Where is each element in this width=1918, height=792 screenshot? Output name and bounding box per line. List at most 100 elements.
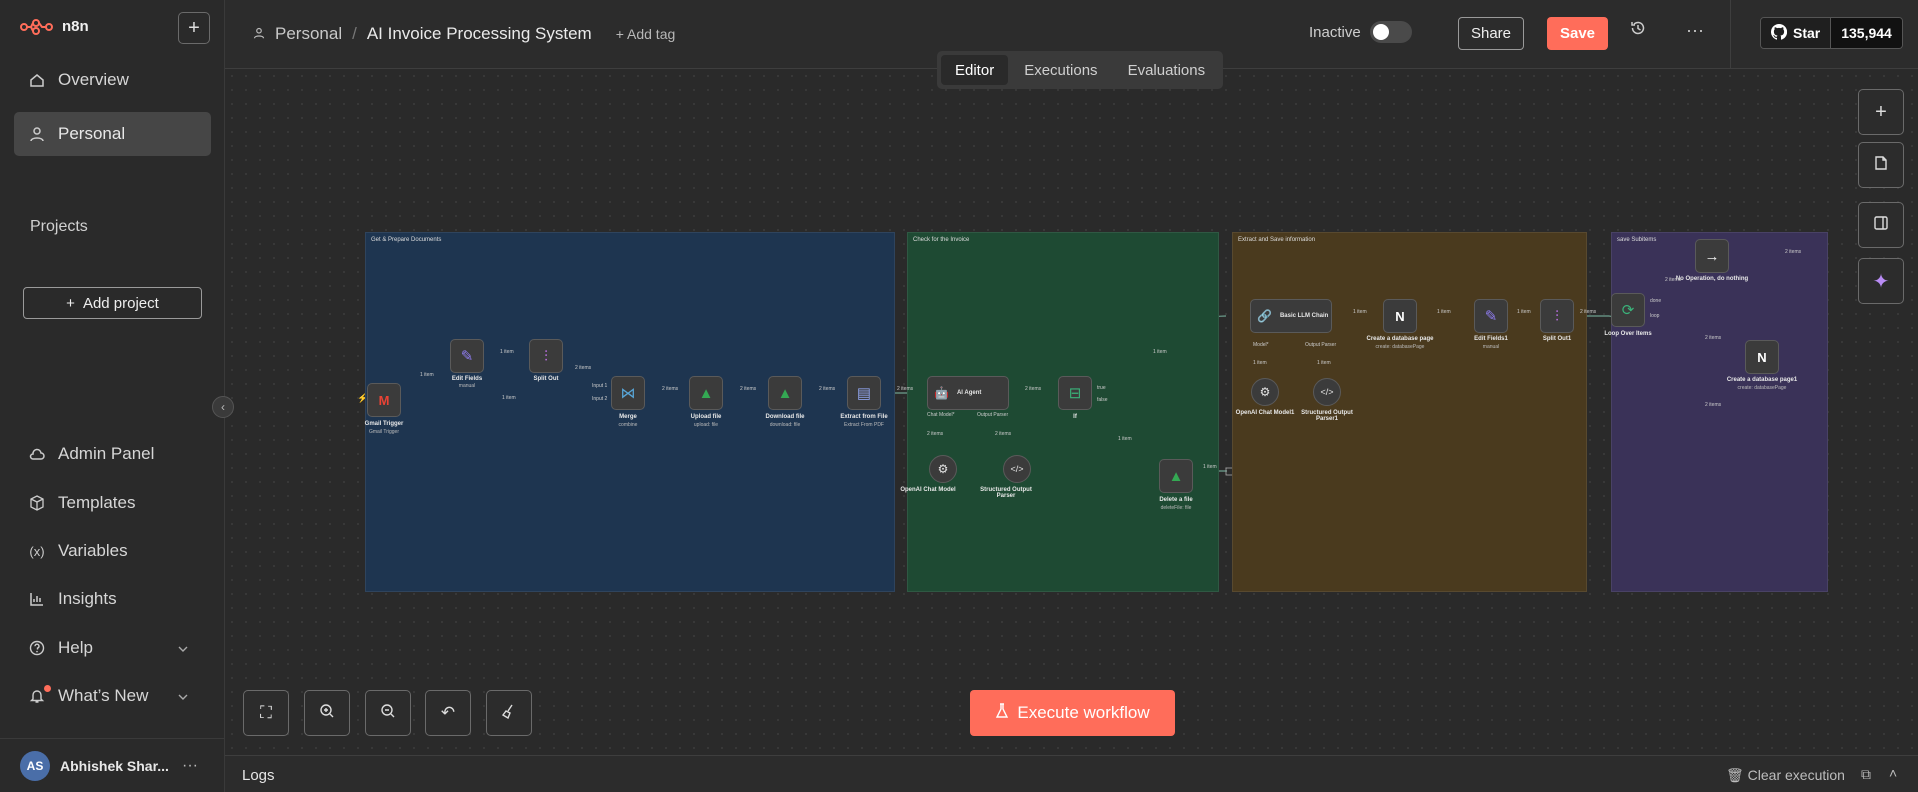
clear-execution-button[interactable]: 🗑 Clear execution bbox=[1726, 767, 1845, 784]
node-ai-agent[interactable]: 🤖 AI Agent bbox=[927, 376, 1009, 410]
edge-label: 2 items bbox=[662, 386, 679, 392]
node-upload-file[interactable]: ▲ bbox=[689, 376, 723, 410]
node-download-file[interactable]: ▲ bbox=[768, 376, 802, 410]
node-extract-from-file[interactable]: ▤ bbox=[847, 376, 881, 410]
plus-icon: + bbox=[188, 16, 200, 39]
node-openai-chat-model[interactable]: ⚙ bbox=[929, 455, 957, 483]
sidebar-item-whats-new[interactable]: What’s New bbox=[14, 674, 211, 718]
avatar: AS bbox=[20, 750, 50, 781]
more-options-icon[interactable]: ··· bbox=[1686, 20, 1704, 41]
edge-label: 2 items bbox=[927, 431, 944, 437]
toggle-knob bbox=[1373, 24, 1389, 40]
edge-label: 1 item bbox=[1353, 309, 1367, 315]
node-if[interactable]: ⊟ bbox=[1058, 376, 1092, 410]
tab-executions[interactable]: Executions bbox=[1010, 55, 1111, 85]
node-split-out1[interactable]: ⫶ bbox=[1540, 299, 1574, 333]
sparkle-icon: ✦ bbox=[1872, 270, 1890, 293]
ai-assistant-button[interactable]: ✦ bbox=[1858, 258, 1904, 304]
node-loop-over-items[interactable]: ⟳ bbox=[1611, 293, 1645, 327]
zoom-out-button[interactable] bbox=[365, 690, 411, 736]
sidebar-item-label: What’s New bbox=[58, 686, 149, 705]
group-title: Extract and Save information bbox=[1238, 237, 1316, 243]
chevron-down-icon bbox=[177, 688, 189, 708]
history-icon[interactable] bbox=[1630, 20, 1646, 41]
node-split-out[interactable]: ⫶ bbox=[529, 339, 563, 373]
chevron-up-icon[interactable]: ˄ bbox=[1889, 765, 1897, 781]
node-label: Download file bbox=[765, 414, 805, 420]
add-project-button[interactable]: + Add project bbox=[23, 287, 202, 319]
logs-panel: Logs 🗑 Clear execution ⧉ ˄ bbox=[225, 755, 1918, 792]
edge-label: 2 items bbox=[1705, 335, 1722, 341]
sidebar-item-insights[interactable]: Insights bbox=[14, 577, 211, 621]
popout-icon[interactable]: ⧉ bbox=[1861, 766, 1871, 783]
toggle-panel-button[interactable] bbox=[1858, 202, 1904, 248]
tab-evaluations[interactable]: Evaluations bbox=[1114, 55, 1220, 85]
sidebar-item-label: Overview bbox=[58, 70, 129, 89]
undo-button[interactable]: ↶ bbox=[425, 690, 471, 736]
node-no-operation[interactable]: → bbox=[1695, 239, 1729, 273]
node-create-database-page[interactable]: N bbox=[1383, 299, 1417, 333]
edge-label: Output Parser bbox=[1305, 342, 1337, 348]
execute-workflow-button[interactable]: Execute workflow bbox=[970, 690, 1175, 736]
logs-title[interactable]: Logs bbox=[242, 767, 275, 784]
node-edit-fields[interactable]: ✎ bbox=[450, 339, 484, 373]
save-button[interactable]: Save bbox=[1547, 17, 1608, 50]
sidebar-item-personal[interactable]: Personal bbox=[14, 112, 211, 156]
edge-label: 1 item bbox=[1317, 360, 1331, 366]
tidy-up-button[interactable] bbox=[486, 690, 532, 736]
zoom-in-button[interactable] bbox=[304, 690, 350, 736]
node-subtitle: manual bbox=[458, 383, 476, 389]
node-create-database-page1[interactable]: N bbox=[1745, 340, 1779, 374]
github-star-button[interactable]: Star 135,944 bbox=[1760, 17, 1903, 49]
workflow-canvas[interactable]: ⚡ Get & Prepare Documents Check for the … bbox=[225, 69, 1918, 755]
sidebar-item-admin-panel[interactable]: Admin Panel bbox=[14, 432, 211, 476]
node-basic-llm-chain[interactable]: 🔗 Basic LLM Chain bbox=[1250, 299, 1332, 333]
edge-label: 1 item bbox=[1118, 436, 1132, 442]
group-get-prepare[interactable]: Get & Prepare Documents bbox=[365, 232, 895, 592]
trash-icon: 🗑 bbox=[1726, 767, 1744, 783]
create-button[interactable]: + bbox=[178, 12, 210, 44]
node-openai-chat-model1[interactable]: ⚙ bbox=[1251, 378, 1279, 406]
more-icon[interactable]: ··· bbox=[182, 757, 198, 775]
code-icon: </> bbox=[1320, 387, 1334, 397]
group-title: Check for the Invoice bbox=[913, 237, 970, 243]
node-label: Merge bbox=[619, 414, 637, 420]
if-icon: ⊟ bbox=[1068, 385, 1082, 402]
node-subtitle: download: file bbox=[769, 422, 801, 428]
pencil-icon: ✎ bbox=[1484, 308, 1498, 325]
node-subtitle: create: databasePage bbox=[1737, 385, 1787, 391]
edge-label: 2 items bbox=[1705, 402, 1722, 408]
fit-view-button[interactable]: ⛶ bbox=[243, 690, 289, 736]
workflow-name[interactable]: AI Invoice Processing System bbox=[367, 24, 592, 44]
node-label: Structured Output Parser1 bbox=[1301, 410, 1353, 422]
zoom-in-icon bbox=[319, 703, 335, 724]
user-menu[interactable]: AS Abhishek Shar... ··· bbox=[0, 738, 225, 792]
sidebar-item-overview[interactable]: Overview bbox=[14, 58, 211, 102]
node-label: OpenAI Chat Model bbox=[900, 487, 956, 493]
active-toggle[interactable] bbox=[1370, 21, 1412, 43]
add-node-button[interactable]: + bbox=[1858, 89, 1904, 135]
robot-icon: 🤖 bbox=[934, 386, 949, 400]
node-label: Upload file bbox=[690, 414, 722, 420]
node-structured-output-parser1[interactable]: </> bbox=[1313, 378, 1341, 406]
node-edit-fields1[interactable]: ✎ bbox=[1474, 299, 1508, 333]
n8n-logo[interactable]: n8n bbox=[20, 18, 89, 35]
projects-heading: Projects bbox=[30, 218, 88, 235]
tab-editor[interactable]: Editor bbox=[941, 55, 1009, 85]
share-button[interactable]: Share bbox=[1458, 17, 1524, 50]
node-structured-output-parser[interactable]: </> bbox=[1003, 455, 1031, 483]
collapse-sidebar-button[interactable]: ‹ bbox=[212, 396, 234, 418]
node-gmail-trigger[interactable]: M bbox=[367, 383, 401, 417]
edge-label: 2 items bbox=[1785, 249, 1802, 255]
node-delete-file[interactable]: ▲ bbox=[1159, 459, 1193, 493]
breadcrumb-project[interactable]: Personal bbox=[275, 24, 342, 44]
execute-label: Execute workflow bbox=[1017, 703, 1150, 722]
edge-label: loop bbox=[1650, 313, 1660, 319]
sidebar-item-templates[interactable]: Templates bbox=[14, 481, 211, 525]
sidebar-item-variables[interactable]: (x) Variables bbox=[14, 529, 211, 573]
group-save-subitems[interactable]: save Subitems bbox=[1611, 232, 1828, 592]
node-merge[interactable]: ⋈ bbox=[611, 376, 645, 410]
sidebar-item-help[interactable]: Help bbox=[14, 626, 211, 670]
sticky-note-button[interactable] bbox=[1858, 142, 1904, 188]
add-tag-button[interactable]: + Add tag bbox=[616, 26, 676, 42]
